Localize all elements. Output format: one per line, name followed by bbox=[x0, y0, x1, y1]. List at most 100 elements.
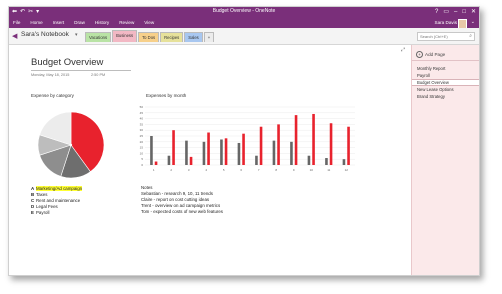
bar[interactable] bbox=[154, 161, 158, 165]
page-list-item[interactable]: New Lease Options bbox=[412, 86, 479, 93]
page-list-item[interactable]: Payroll bbox=[412, 72, 479, 79]
bar-chart-title: Expenses by month bbox=[146, 93, 187, 98]
minimize-icon[interactable]: – bbox=[454, 8, 457, 16]
help-icon[interactable]: ? bbox=[435, 8, 438, 16]
x-tick-label: 1 bbox=[153, 168, 155, 172]
expense-bar-chart[interactable]: 504540353025201510501 2 3 4 5 6 7 8 9 10 11 12 bbox=[131, 105, 361, 177]
category-item: C Rent and maintenance bbox=[31, 197, 82, 203]
category-label: Payroll bbox=[36, 209, 50, 215]
tab-home[interactable]: Home bbox=[30, 20, 42, 25]
category-label: Taxes bbox=[36, 191, 48, 197]
expand-page-icon[interactable]: ⤢ bbox=[401, 47, 405, 53]
collapse-ribbon-icon[interactable]: ⌄ bbox=[471, 19, 475, 25]
bar[interactable] bbox=[167, 155, 171, 165]
bar[interactable] bbox=[185, 140, 188, 165]
tab-draw[interactable]: Draw bbox=[74, 20, 85, 25]
bar[interactable] bbox=[347, 126, 350, 165]
notebook-navigation: ◀ Sara's Notebook ▾ Vacations Business To … bbox=[9, 28, 479, 45]
divider bbox=[412, 60, 479, 61]
bar[interactable] bbox=[272, 140, 276, 165]
y-tick-label: 20 bbox=[140, 140, 144, 144]
title-underline bbox=[31, 70, 131, 71]
pie-center bbox=[69, 143, 73, 147]
tab-section[interactable]: To Dos bbox=[138, 32, 160, 42]
y-tick-label: 5 bbox=[141, 157, 143, 161]
page-list-item[interactable]: Monthly Report bbox=[412, 65, 479, 72]
search-placeholder: Search (Ctrl+E) bbox=[420, 34, 448, 39]
y-tick-label: 45 bbox=[140, 111, 144, 115]
bar[interactable] bbox=[255, 155, 258, 165]
tab-section[interactable]: Sales bbox=[184, 32, 203, 42]
notes-block[interactable]: Notes Sebastian - research 9, 10, 11 tre… bbox=[141, 185, 223, 215]
tab-section[interactable]: Vacations bbox=[85, 32, 112, 42]
close-icon[interactable]: ✕ bbox=[471, 8, 476, 16]
user-name[interactable]: Sara Davis bbox=[435, 20, 457, 25]
page-list-pane: + Add Page Monthly Report Payroll Budget O… bbox=[411, 45, 479, 275]
bar[interactable] bbox=[294, 115, 298, 165]
category-item: E Payroll bbox=[31, 209, 82, 215]
section-tabs: Vacations Business To Dos Recipes Sales + bbox=[85, 30, 215, 42]
bar[interactable] bbox=[290, 141, 293, 165]
add-icon: + bbox=[416, 51, 423, 58]
maximize-icon[interactable]: □ bbox=[462, 8, 466, 16]
tab-review[interactable]: Review bbox=[119, 20, 134, 25]
search-icon[interactable]: ⌕ bbox=[469, 33, 472, 40]
bar[interactable] bbox=[237, 142, 241, 165]
page-time: 2:50 PM bbox=[91, 73, 106, 77]
pie-chart-title: Expense by category bbox=[31, 93, 74, 98]
window-controls: ? ▭ – □ ✕ bbox=[435, 8, 476, 16]
bar[interactable] bbox=[189, 156, 193, 165]
tab-history[interactable]: History bbox=[95, 20, 109, 25]
bar[interactable] bbox=[307, 155, 311, 165]
onenote-window: ⬅ ↶ ✂ ▾ Budget Overview - OneNote ? ▭ – … bbox=[8, 6, 480, 276]
page-list-item[interactable]: Brand Strategy bbox=[412, 93, 479, 100]
title-bar: ⬅ ↶ ✂ ▾ Budget Overview - OneNote ? ▭ – … bbox=[9, 7, 479, 18]
x-tick-label: 11 bbox=[327, 168, 330, 172]
bar[interactable] bbox=[259, 126, 263, 165]
tab-section[interactable]: Business bbox=[112, 30, 138, 42]
page-canvas[interactable]: Budget Overview Monday, May 18, 2015 2:5… bbox=[9, 45, 411, 275]
bar[interactable] bbox=[277, 124, 280, 165]
x-tick-label: 10 bbox=[310, 168, 314, 172]
y-tick-label: 35 bbox=[140, 122, 144, 126]
y-tick-label: 40 bbox=[140, 117, 144, 121]
add-page-label: Add Page bbox=[425, 52, 446, 57]
tab-file[interactable]: File bbox=[13, 20, 20, 25]
bar[interactable] bbox=[329, 123, 333, 165]
notebook-dropdown-icon[interactable]: ▾ bbox=[75, 32, 78, 38]
bar[interactable] bbox=[202, 141, 206, 165]
y-tick-label: 25 bbox=[140, 134, 144, 138]
category-label: Marketing/Ad campaign bbox=[36, 185, 83, 191]
navigation-toggle-icon[interactable]: ◀ bbox=[12, 32, 17, 40]
tab-section[interactable]: Recipes bbox=[160, 32, 184, 42]
x-tick-label: 9 bbox=[293, 168, 295, 172]
tab-view[interactable]: View bbox=[144, 20, 154, 25]
category-list: A Marketing/Ad campaign B Taxes C Rent and ma… bbox=[31, 185, 83, 215]
bar[interactable] bbox=[325, 158, 328, 165]
x-tick-label: 6 bbox=[240, 168, 242, 172]
notebook-name[interactable]: Sara's Notebook bbox=[21, 31, 69, 38]
y-tick-label: 10 bbox=[140, 151, 144, 155]
bar[interactable] bbox=[242, 133, 245, 165]
bar[interactable] bbox=[312, 113, 315, 165]
bar[interactable] bbox=[150, 136, 153, 165]
bar[interactable] bbox=[220, 139, 223, 165]
y-tick-label: 0 bbox=[141, 163, 143, 167]
add-page-button[interactable]: + Add Page bbox=[416, 51, 445, 58]
page-list-item[interactable]: Budget Overview bbox=[412, 79, 479, 86]
x-tick-label: 8 bbox=[275, 168, 277, 172]
bar[interactable] bbox=[172, 130, 175, 165]
bar[interactable] bbox=[342, 159, 346, 165]
expense-pie-chart[interactable] bbox=[33, 107, 109, 183]
tab-insert[interactable]: Insert bbox=[53, 20, 65, 25]
ribbon-display-icon[interactable]: ▭ bbox=[443, 8, 449, 16]
search-input[interactable]: Search (Ctrl+E) ⌕ bbox=[417, 32, 475, 41]
page-title[interactable]: Budget Overview bbox=[31, 57, 103, 68]
bar[interactable] bbox=[207, 132, 210, 165]
add-section-button[interactable]: + bbox=[203, 32, 215, 42]
x-tick-label: 5 bbox=[223, 168, 225, 172]
category-item: A Marketing/Ad campaign bbox=[31, 185, 83, 191]
x-tick-label: 2 bbox=[170, 168, 172, 172]
note-line: Tom - expected costs of new web features bbox=[141, 209, 223, 214]
bar[interactable] bbox=[224, 138, 228, 165]
